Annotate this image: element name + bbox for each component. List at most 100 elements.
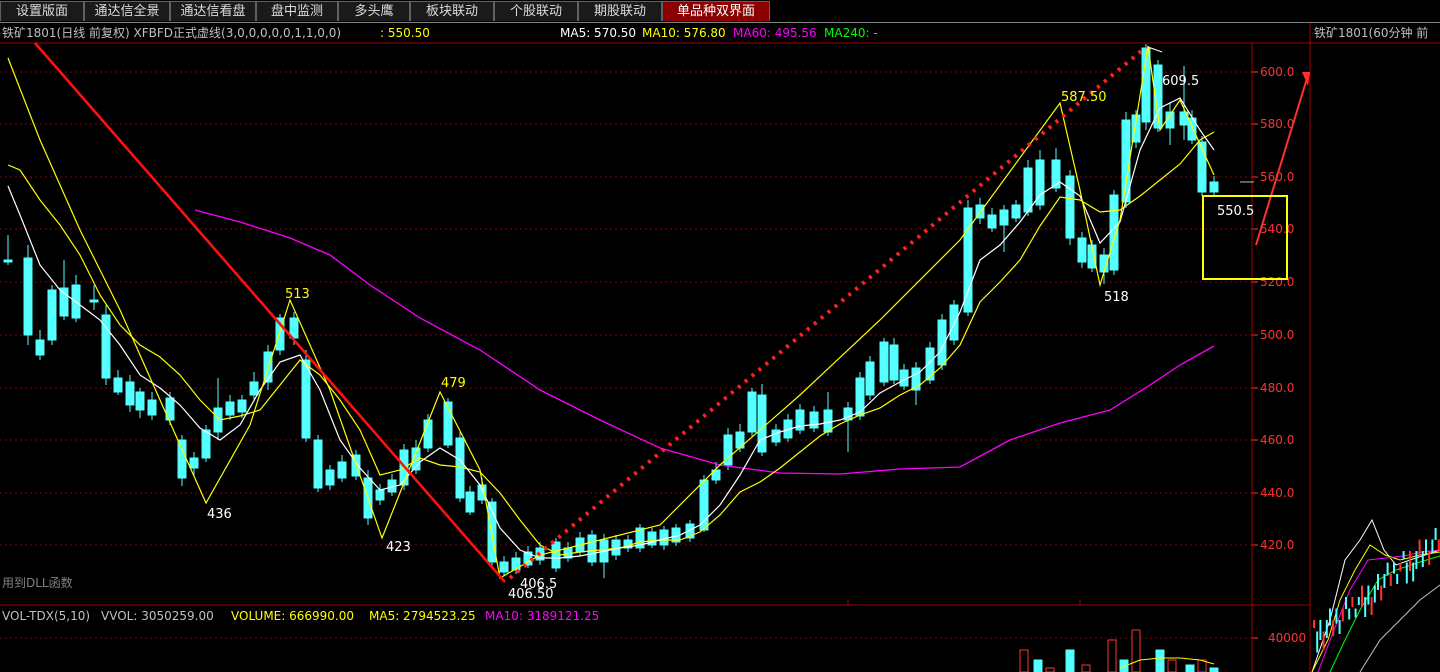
main-chart-grid [0,71,1252,639]
volume-bar [1065,649,1075,672]
candle-body [313,439,323,489]
volume-bar [1107,639,1117,672]
candle-body [879,341,889,383]
candle-body [1077,237,1087,263]
candle-body [963,207,973,313]
tab-bar: 设置版面 通达信全景 通达信看盘 盘中监测 多头鹰 板块联动 个股联动 期股联动 单品种双界面 [0,0,1440,23]
volume-bar [1033,659,1043,672]
candle-body [771,429,781,443]
tab-6[interactable]: 个股联动 [494,1,578,21]
candle-body [889,344,899,381]
candle-body [699,479,709,531]
tab-8[interactable]: 单品种双界面 [662,1,770,21]
candle-body [337,461,347,479]
annotation-label: 518 [1104,290,1129,305]
side-chart-line [1329,555,1440,672]
candle-body [855,377,865,417]
candle-body [177,439,187,479]
tab-2[interactable]: 通达信看盘 [170,1,256,21]
annotation-label: 479 [441,376,466,391]
candle-body [465,491,475,513]
ma60-readout: MA60: 495.56 [733,26,817,40]
volume-bar [1155,649,1165,672]
candle-body [375,489,385,501]
ma240-readout: MA240: - [824,26,878,40]
candle-body [423,419,433,449]
price-axis-label: 460.0 [1260,433,1294,447]
price-axis-label: 580.0 [1260,117,1294,131]
volume-bar [1209,667,1219,672]
tab-0[interactable]: 设置版面 [0,1,84,21]
annotation-label: 406.50 [508,587,554,602]
candle-body [1011,204,1021,219]
volume-axis-label: 40000 [1268,631,1306,645]
volume-bar [1185,664,1195,672]
price-axis-label: 600.0 [1260,65,1294,79]
candle-body [949,304,959,341]
volume-indicator-label: VOL-TDX(5,10) [2,609,90,623]
annotation-label: 436 [207,507,232,522]
candle-body [237,399,247,413]
price-axis-labels: 600.0 580.0 560.0 540.0 520.0 500.0 480.… [1260,65,1306,645]
ma5-readout: MA5: 570.50 [560,26,636,40]
volume-bars [1019,629,1219,672]
projection-line [1255,74,1309,246]
volume-readout: VOLUME: 666990.00 [231,609,354,623]
price-axis-label: 500.0 [1260,328,1294,342]
annotation-label: 587.50 [1061,90,1107,105]
candle-body [35,339,45,356]
candle-body [325,469,335,486]
tab-1[interactable]: 通达信全景 [84,1,170,21]
candle-body [747,391,757,433]
candle-body [1209,181,1219,193]
candle-body [1065,175,1075,239]
annotation-label: 513 [285,287,310,302]
volume-bar [1045,667,1055,672]
chart-area: 600.0 580.0 560.0 540.0 520.0 500.0 480.… [0,23,1440,672]
volume-ma10-readout: MA10: 3189121.25 [485,609,599,623]
candle-body [47,289,57,341]
tab-4[interactable]: 多头鹰 [338,1,410,21]
candle-body [999,209,1009,226]
volume-bar [1019,649,1029,672]
volume-bar [1131,629,1141,672]
zigzag-line [7,45,1215,579]
volume-ma5-readout: MA5: 2794523.25 [369,609,476,623]
candle-body [59,287,69,317]
volume-bar [1167,659,1177,672]
annotation-label: 550.5 [1217,204,1254,219]
main-chart-title: 铁矿1801(日线 前复权) XFBFD正式虚线(3,0,0,0,0,0,1,1… [2,25,341,40]
candle-body [225,401,235,416]
candle-body [147,399,157,416]
ma60-line [194,209,1215,475]
candle-body [865,361,875,396]
annotation-label: 609.5 [1162,74,1199,89]
tab-7[interactable]: 期股联动 [578,1,662,21]
tab-3[interactable]: 盘中监测 [256,1,338,21]
side-chart-line [1311,518,1440,672]
dll-note: 用到DLL函数 [2,575,73,590]
candle-body [201,429,211,459]
price-axis-label: 520.0 [1260,275,1294,289]
price-axis-label: 480.0 [1260,381,1294,395]
candle-body [89,299,99,303]
price-axis-label: 420.0 [1260,538,1294,552]
candle-body [659,529,669,546]
candle-body [499,561,509,573]
vvol-readout: VVOL: 3050259.00 [101,609,214,623]
volume-bar [1081,664,1091,672]
ma10-readout: MA10: 576.80 [642,26,726,40]
price-axis-label: 440.0 [1260,486,1294,500]
candle-body [135,391,145,411]
candle-body [23,257,33,336]
candle-body [3,259,13,263]
tab-5[interactable]: 板块联动 [410,1,494,21]
candle-body [587,534,597,563]
side-chart-line [1311,544,1440,672]
candle-body [611,539,621,556]
side-60min-chart [1311,518,1440,672]
uptrend-dotted-line [508,45,1148,580]
candle-body [125,381,135,406]
candle-body [987,214,997,229]
price-axis-label: 540.0 [1260,222,1294,236]
